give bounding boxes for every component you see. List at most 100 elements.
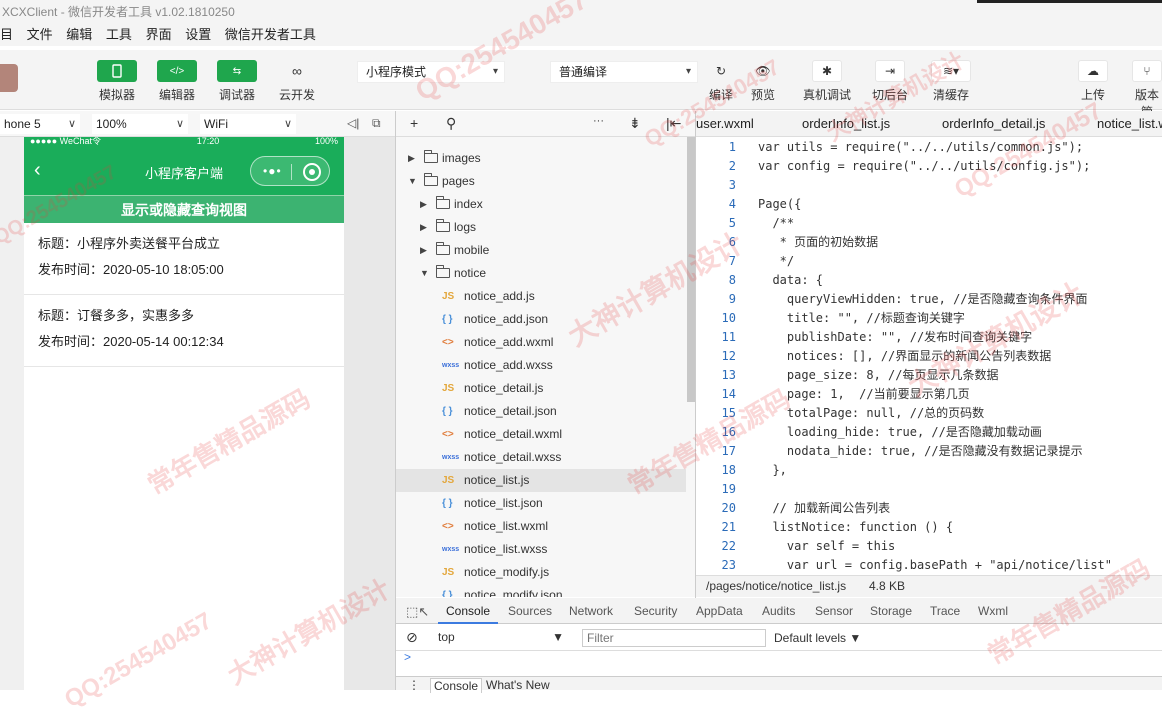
tab-orderinfo-detail[interactable]: orderInfo_detail.js [942, 116, 1045, 131]
code-line[interactable]: var url = config.basePath + "api/notice/… [758, 556, 1112, 575]
menu-item-tools[interactable]: 工具 [106, 27, 132, 42]
file-item[interactable]: { } notice_modify.json [396, 584, 686, 597]
avatar[interactable] [0, 64, 18, 92]
code-line[interactable]: totalPage: null, //总的页码数 [758, 404, 984, 423]
folder-item-notice[interactable]: ▼ notice [396, 262, 686, 285]
chevron-down-icon[interactable]: ▼ [408, 170, 417, 193]
code-line[interactable]: var self = this [758, 537, 895, 556]
folder-item-logs[interactable]: ▶ logs [396, 216, 686, 239]
drawer-tab-console[interactable]: Console [430, 678, 483, 693]
chevron-down-icon[interactable]: ▼ [420, 262, 429, 285]
tab-storage[interactable]: Storage [870, 604, 912, 618]
code-line[interactable]: nodata_hide: true, //是否隐藏没有数据记录提示 [758, 442, 1083, 461]
file-item[interactable]: { } notice_add.json [396, 308, 686, 331]
file-item[interactable]: JS notice_detail.js [396, 377, 686, 400]
code-line[interactable]: }, [758, 461, 786, 480]
simulator-button[interactable]: 模拟器 [97, 60, 137, 103]
file-item[interactable]: wxss notice_add.wxss [396, 354, 686, 377]
code-line[interactable]: var config = require("../../utils/config… [758, 157, 1090, 176]
tab-network[interactable]: Network [569, 604, 613, 618]
console-prompt[interactable]: > [404, 650, 411, 664]
code-line[interactable]: title: "", //标题查询关键字 [758, 309, 965, 328]
file-item[interactable]: <> notice_list.wxml [396, 515, 686, 538]
add-icon[interactable]: + [410, 115, 418, 131]
cloud-button[interactable]: ∞ 云开发 [277, 60, 317, 103]
tab-notice-list[interactable]: notice_list.w [1097, 116, 1162, 131]
compile-select[interactable]: 普通编译 [550, 61, 698, 83]
tab-user-wxml[interactable]: user.wxml [696, 116, 754, 131]
code-line[interactable]: // 加载新闻公告列表 [758, 499, 890, 518]
real-debug-button[interactable]: ✱ 真机调试 [803, 60, 851, 103]
code-line[interactable]: queryViewHidden: true, //是否隐藏查询条件界面 [758, 290, 1088, 309]
file-item[interactable]: <> notice_detail.wxml [396, 423, 686, 446]
context-select[interactable]: top ▼ [438, 630, 568, 646]
code-line[interactable]: loading_hide: true, //是否隐藏加载动画 [758, 423, 1042, 442]
device-select[interactable]: hone 5 [0, 114, 80, 134]
close-mini-program-icon[interactable] [303, 163, 321, 181]
tab-sources[interactable]: Sources [508, 604, 552, 618]
clear-console-icon[interactable]: ⊘ [406, 629, 418, 646]
menu-item-settings[interactable]: 设置 [185, 27, 211, 42]
chevron-right-icon[interactable]: ▶ [420, 239, 427, 262]
inspect-icon[interactable]: ⬚↖ [406, 604, 429, 620]
folder-item-mobile[interactable]: ▶ mobile [396, 239, 686, 262]
file-item[interactable]: { } notice_detail.json [396, 400, 686, 423]
file-item[interactable]: JS notice_add.js [396, 285, 686, 308]
code-editor[interactable]: 1 var utils = require("../../utils/common… [696, 137, 1162, 575]
log-levels-select[interactable]: Default levels ▼ [774, 631, 861, 645]
menu-item-edit[interactable]: 编辑 [66, 27, 92, 42]
sort-icon[interactable]: ⇟ [629, 115, 641, 132]
tab-appdata[interactable]: AppData [696, 604, 743, 618]
list-item[interactable]: 标题：小程序外卖送餐平台成立 发布时间：2020-05-10 18:05:00 [24, 223, 344, 295]
folder-item-images[interactable]: ▶ images [396, 147, 686, 170]
more-icon[interactable]: •●• [263, 164, 282, 178]
code-line[interactable]: page_size: 8, //每页显示几条数据 [758, 366, 999, 385]
clear-cache-button[interactable]: ≋▾ 清缓存 [931, 60, 971, 103]
code-line[interactable]: notices: [], //界面显示的新闻公告列表数据 [758, 347, 1051, 366]
filetree-scrollbar[interactable] [687, 137, 695, 402]
file-item[interactable]: wxss notice_detail.wxss [396, 446, 686, 469]
tab-audits[interactable]: Audits [762, 604, 795, 618]
collapse-icon[interactable]: |⇤ [666, 115, 681, 132]
capsule-menu[interactable]: •●• [250, 156, 330, 186]
file-item[interactable]: JS notice_modify.js [396, 561, 686, 584]
chevron-right-icon[interactable]: ▶ [420, 193, 427, 216]
mode-select[interactable]: 小程序模式 [357, 61, 505, 83]
popout-icon[interactable]: ⧉ [372, 116, 381, 131]
more-icon[interactable]: ··· [593, 115, 604, 127]
menu-item-view[interactable]: 界面 [146, 27, 172, 42]
search-icon[interactable]: ⚲ [446, 115, 456, 132]
tab-sensor[interactable]: Sensor [815, 604, 853, 618]
code-line[interactable]: listNotice: function () { [758, 518, 953, 537]
chevron-right-icon[interactable]: ▶ [420, 216, 427, 239]
editor-button[interactable]: </> 编辑器 [157, 60, 197, 103]
code-line[interactable]: */ [758, 252, 794, 271]
toggle-query-button[interactable]: 显示或隐藏查询视图 [24, 195, 344, 223]
menu-item-project[interactable]: 目 [0, 27, 13, 42]
folder-item-index[interactable]: ▶ index [396, 193, 686, 216]
list-item[interactable]: 标题：订餐多多，实惠多多 发布时间：2020-05-14 00:12:34 [24, 295, 344, 367]
upload-button[interactable]: ☁ 上传 [1078, 60, 1108, 103]
file-item[interactable]: JS notice_list.js [396, 469, 686, 492]
tab-console[interactable]: Console [446, 604, 490, 618]
preview-button[interactable]: 👁 预览 [748, 60, 778, 103]
chevron-right-icon[interactable]: ▶ [408, 147, 415, 170]
code-line[interactable]: var utils = require("../../utils/common.… [758, 138, 1083, 157]
tab-orderinfo-list[interactable]: orderInfo_list.js [802, 116, 890, 131]
tab-security[interactable]: Security [634, 604, 677, 618]
file-item[interactable]: { } notice_list.json [396, 492, 686, 515]
network-select[interactable]: WiFi [200, 114, 296, 134]
file-item[interactable]: <> notice_add.wxml [396, 331, 686, 354]
code-line[interactable]: page: 1, //当前要显示第几页 [758, 385, 970, 404]
code-line[interactable]: data: { [758, 271, 823, 290]
zoom-select[interactable]: 100% [92, 114, 188, 134]
code-line[interactable]: * 页面的初始数据 [758, 233, 878, 252]
code-line[interactable]: /** [758, 214, 794, 233]
file-item[interactable]: wxss notice_list.wxss [396, 538, 686, 561]
compile-button[interactable]: ↻ 编译 [706, 60, 736, 103]
tab-trace[interactable]: Trace [930, 604, 960, 618]
menu-item-file[interactable]: 文件 [27, 27, 53, 42]
debugger-button[interactable]: ⇆ 调试器 [217, 60, 257, 103]
menu-item-wechat-devtools[interactable]: 微信开发者工具 [225, 27, 316, 42]
tab-wxml[interactable]: Wxml [978, 604, 1008, 618]
